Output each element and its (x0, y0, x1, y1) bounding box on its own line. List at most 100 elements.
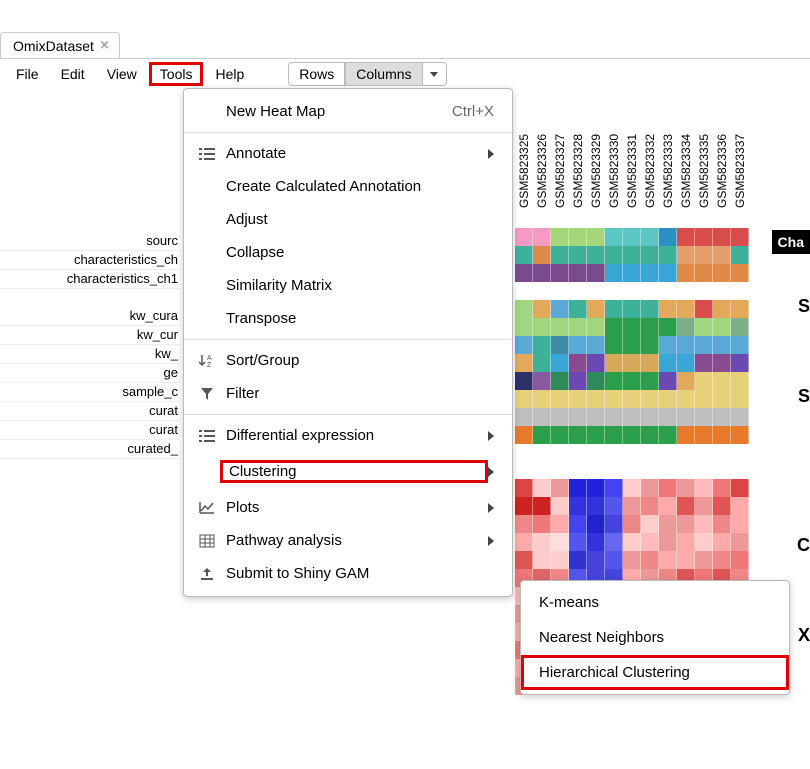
heatmap-cell (551, 318, 569, 336)
heatmap-cell (695, 390, 713, 408)
heatmap-cell (569, 228, 587, 246)
menu-submit-shiny-gam[interactable]: Submit to Shiny GAM (184, 557, 512, 590)
heatmap-cell (731, 228, 749, 246)
heatmap-cell (641, 390, 659, 408)
heatmap-cell (695, 533, 713, 551)
heatmap-cell (641, 228, 659, 246)
menu-similarity-matrix[interactable]: Similarity Matrix (184, 269, 512, 302)
heatmap-cell (677, 390, 695, 408)
submenu-arrow-icon (488, 149, 494, 159)
heatmap-cell (713, 264, 731, 282)
submenu-arrow-icon (488, 431, 494, 441)
heatmap-cell (605, 408, 623, 426)
column-label: GSM5823326 (533, 98, 551, 208)
menu-transpose[interactable]: Transpose (184, 302, 512, 335)
heatmap-cell (695, 497, 713, 515)
menu-new-heatmap[interactable]: New Heat Map Ctrl+X (184, 95, 512, 128)
heatmap-cell (623, 497, 641, 515)
heatmap-cell (623, 426, 641, 444)
menu-annotate[interactable]: Annotate (184, 137, 512, 170)
submenu-nearest-neighbors[interactable]: Nearest Neighbors (521, 620, 789, 655)
menu-filter[interactable]: Filter (184, 377, 512, 410)
heatmap-cell (695, 228, 713, 246)
menu-file[interactable]: File (6, 62, 49, 86)
heatmap-cell (659, 497, 677, 515)
heatmap-cell (587, 515, 605, 533)
heatmap-cell (677, 264, 695, 282)
heatmap-cell (587, 318, 605, 336)
heatmap-cell (623, 246, 641, 264)
heatmap-cell (551, 300, 569, 318)
right-letter: X (798, 625, 810, 646)
column-label: GSM5823332 (641, 98, 659, 208)
menu-view[interactable]: View (97, 62, 147, 86)
menu-create-calculated-annotation[interactable]: Create Calculated Annotation (184, 170, 512, 203)
menu-adjust[interactable]: Adjust (184, 203, 512, 236)
heatmap-cell (551, 246, 569, 264)
heatmap-cell (605, 336, 623, 354)
row-labels: sourc characteristics_ch characteristics… (0, 232, 180, 459)
heatmap-cell (677, 372, 695, 390)
menu-clustering[interactable]: Clustering (184, 452, 512, 491)
heatmap-cell (587, 336, 605, 354)
row-label: ge (0, 364, 180, 383)
heatmap-cell (659, 264, 677, 282)
heatmap-cell (677, 300, 695, 318)
dataset-tab[interactable]: OmixDataset × (0, 32, 120, 59)
menu-edit[interactable]: Edit (51, 62, 95, 86)
columns-dropdown-caret[interactable] (423, 62, 447, 86)
submenu-hierarchical-clustering[interactable]: Hierarchical Clustering (521, 655, 789, 690)
columns-button[interactable]: Columns (345, 62, 422, 86)
heatmap-cell (731, 497, 749, 515)
menu-plots[interactable]: Plots (184, 491, 512, 524)
heatmap-cell (515, 264, 533, 282)
right-badge: Cha (772, 230, 810, 254)
heatmap-cell (623, 390, 641, 408)
heatmap-cell (731, 246, 749, 264)
share-icon (196, 567, 218, 581)
heatmap-cell (641, 300, 659, 318)
heatmap-cell (587, 408, 605, 426)
menu-help[interactable]: Help (205, 62, 254, 86)
heatmap-cell (623, 551, 641, 569)
heatmap-cell (515, 246, 533, 264)
row-label: sourc (0, 232, 180, 251)
heatmap-cell (605, 426, 623, 444)
heatmap-cell (569, 318, 587, 336)
menu-pathway-analysis[interactable]: Pathway analysis (184, 524, 512, 557)
heatmap-cell (731, 408, 749, 426)
column-label: GSM5823328 (569, 98, 587, 208)
heatmap-cell (623, 354, 641, 372)
heatmap-cell (605, 479, 623, 497)
rows-columns-toggle: Rows Columns (288, 62, 446, 86)
svg-text:A: A (207, 355, 212, 362)
heatmap-cell (695, 354, 713, 372)
column-label: GSM5823325 (515, 98, 533, 208)
heatmap-cell (587, 390, 605, 408)
menu-tools[interactable]: Tools (149, 62, 204, 86)
heatmap-cell (677, 426, 695, 444)
heatmap-cell (641, 408, 659, 426)
heatmap-cell (731, 533, 749, 551)
heatmap-cell (569, 264, 587, 282)
heatmap-cell (695, 479, 713, 497)
heatmap-cell (677, 533, 695, 551)
heatmap-cell (605, 264, 623, 282)
menu-differential-expression[interactable]: Differential expression (184, 419, 512, 452)
heatmap-cell (677, 551, 695, 569)
heatmap-cell (659, 533, 677, 551)
column-label: GSM5823334 (677, 98, 695, 208)
heatmap-cell (659, 515, 677, 533)
rows-button[interactable]: Rows (288, 62, 345, 86)
close-icon[interactable]: × (100, 37, 109, 55)
menu-sort-group[interactable]: AZ Sort/Group (184, 344, 512, 377)
heatmap-cell (533, 426, 551, 444)
chart-icon (196, 501, 218, 515)
submenu-kmeans[interactable]: K-means (521, 585, 789, 620)
right-letter: C (797, 535, 810, 556)
heatmap-cell (515, 390, 533, 408)
heatmap-cell (605, 390, 623, 408)
tab-title: OmixDataset (13, 38, 94, 54)
heatmap-cell (677, 228, 695, 246)
menu-collapse[interactable]: Collapse (184, 236, 512, 269)
